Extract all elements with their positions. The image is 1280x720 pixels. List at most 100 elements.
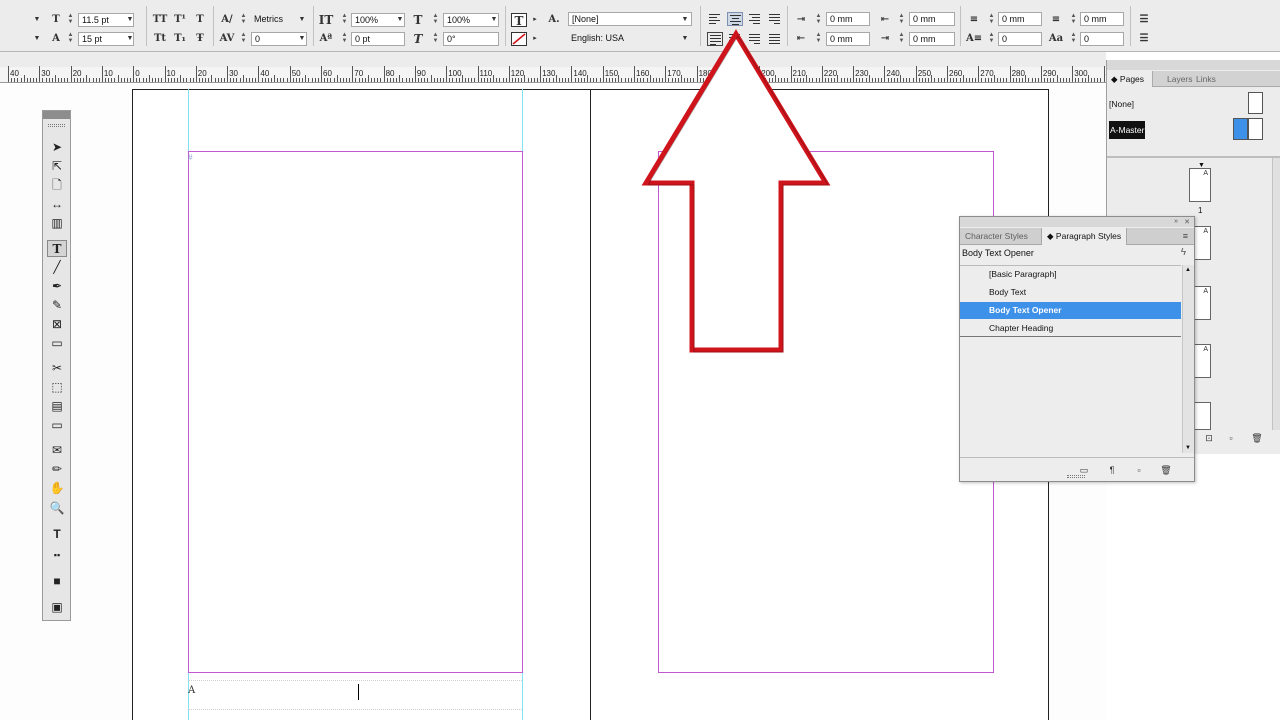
list-item-selected[interactable]: Body Text Opener: [960, 302, 1181, 319]
panel-grip[interactable]: [43, 111, 70, 119]
tab-character-styles[interactable]: Character Styles: [960, 228, 1033, 245]
spinner-arrows-icon[interactable]: ▲ ▼: [988, 13, 995, 26]
dropdown-arrow-icon[interactable]: ▼: [298, 13, 306, 27]
type-tool-icon[interactable]: T: [47, 240, 67, 257]
bulleted-list-icon[interactable]: ☰: [1136, 13, 1152, 27]
line-tool-icon[interactable]: ╱: [47, 259, 67, 276]
panel-header-strip[interactable]: [960, 217, 1194, 227]
pencil-tool-icon[interactable]: ✎: [47, 297, 67, 314]
dropdown-arrow-icon[interactable]: ▼: [681, 32, 689, 46]
spinner-arrows-icon[interactable]: ▲ ▼: [1070, 13, 1077, 26]
space-after-field[interactable]: 0 mm: [1080, 12, 1124, 26]
spinner-arrows-icon[interactable]: ▲ ▼: [898, 13, 905, 26]
spinner-arrows-icon[interactable]: ▲ ▼: [988, 32, 995, 45]
panel-handle[interactable]: [48, 124, 65, 127]
note-tool-icon[interactable]: ✉: [47, 442, 67, 459]
rectangle-tool-icon[interactable]: ▭: [47, 335, 67, 352]
spinner-arrows-icon[interactable]: ▲ ▼: [1070, 32, 1077, 45]
pen-tool-icon[interactable]: ✒: [47, 278, 67, 295]
spinner-arrows-icon[interactable]: ▲ ▼: [240, 32, 247, 45]
delete-style-icon[interactable]: 🗑: [1160, 464, 1172, 476]
scroll-down-icon[interactable]: ▼: [1185, 445, 1191, 451]
page-size-icon[interactable]: ⊡: [1203, 432, 1215, 444]
free-transform-tool-icon[interactable]: ⬚: [47, 379, 67, 396]
spinner-arrows-icon[interactable]: ▲ ▼: [815, 32, 822, 45]
baseline-shift-field[interactable]: 0 pt: [351, 32, 405, 46]
spinner-arrows-icon[interactable]: ▲ ▼: [432, 32, 439, 45]
align-left-button[interactable]: [707, 12, 723, 26]
gradient-feather-tool-icon[interactable]: ▭: [47, 417, 67, 434]
rectangle-frame-tool-icon[interactable]: ⊠: [47, 316, 67, 333]
language-dropdown[interactable]: English: USA: [568, 32, 692, 46]
spinner-arrows-icon[interactable]: ▲ ▼: [341, 32, 348, 45]
align-center-button[interactable]: [727, 12, 743, 26]
arrow-right-icon[interactable]: ▸: [531, 32, 539, 46]
pages-scrollbar[interactable]: [1272, 158, 1280, 430]
page-tool-icon[interactable]: 🗋: [47, 177, 67, 194]
master-item-none[interactable]: [None]: [1109, 95, 1134, 113]
spinner-arrows-icon[interactable]: ▲ ▼: [815, 13, 822, 26]
drop-cap-chars-field[interactable]: 0: [1080, 32, 1124, 46]
strikethrough-icon[interactable]: Ŧ: [192, 32, 208, 46]
stroke-color-icon[interactable]: [511, 32, 527, 46]
selection-tool-icon[interactable]: ➤: [47, 139, 67, 156]
styles-scrollbar[interactable]: ▲ ▼: [1182, 265, 1194, 453]
justify-center-button[interactable]: [727, 32, 743, 46]
align-towards-spine-button[interactable]: [767, 12, 783, 26]
resize-grip[interactable]: [1067, 475, 1085, 478]
eyedropper-tool-icon[interactable]: ✏: [47, 461, 67, 478]
subscript-icon[interactable]: T₁: [172, 32, 188, 46]
tab-links[interactable]: Links: [1192, 71, 1220, 87]
new-page-icon[interactable]: ▫: [1225, 432, 1237, 444]
justify-right-button[interactable]: [747, 32, 763, 46]
dropdown-arrow-icon[interactable]: ▼: [681, 13, 689, 27]
normal-view-icon[interactable]: ■: [47, 573, 67, 590]
master-thumbnail-left[interactable]: [1233, 118, 1248, 140]
panel-header-strip[interactable]: [1107, 60, 1280, 70]
spinner-arrows-icon[interactable]: ▲ ▼: [898, 32, 905, 45]
master-thumbnail-none[interactable]: [1248, 92, 1263, 114]
list-item[interactable]: Chapter Heading: [960, 320, 1181, 337]
pages-divider[interactable]: [1107, 156, 1280, 158]
fill-color-icon[interactable]: T: [511, 13, 527, 28]
align-right-button[interactable]: [747, 12, 763, 26]
spinner-arrows-icon[interactable]: ▲ ▼: [240, 13, 247, 26]
tab-pages[interactable]: ◆ Pages: [1107, 71, 1153, 87]
spinner-arrows-icon[interactable]: ▲ ▼: [67, 32, 74, 45]
scissors-tool-icon[interactable]: ✂: [47, 360, 67, 377]
fill-stroke-icon[interactable]: T: [47, 526, 67, 543]
character-style-dropdown[interactable]: [None]: [568, 12, 692, 26]
all-caps-icon[interactable]: TT: [152, 13, 168, 27]
screen-mode-icon[interactable]: ▣: [47, 599, 67, 616]
hand-tool-icon[interactable]: ✋: [47, 480, 67, 497]
gradient-swatch-tool-icon[interactable]: ▤: [47, 398, 67, 415]
new-style-icon[interactable]: ▫: [1133, 464, 1145, 476]
underline-icon[interactable]: T: [192, 13, 208, 27]
page-thumbnail[interactable]: A: [1189, 168, 1211, 202]
clear-overrides-icon[interactable]: ¶: [1106, 464, 1118, 476]
dropdown-arrow-icon[interactable]: ▼: [490, 13, 498, 27]
scroll-up-icon[interactable]: ▲: [1185, 267, 1191, 273]
panel-menu-icon[interactable]: ≡: [1183, 231, 1188, 241]
numbered-list-icon[interactable]: ☰: [1136, 32, 1152, 46]
tab-paragraph-styles[interactable]: ◆ Paragraph Styles: [1041, 228, 1128, 245]
gap-tool-icon[interactable]: ↔: [47, 196, 67, 213]
right-indent-field[interactable]: 0 mm: [909, 12, 955, 26]
dropdown-arrow-icon[interactable]: ▼: [33, 13, 41, 27]
master-thumbnail-right[interactable]: [1248, 118, 1263, 140]
dropdown-arrow-icon[interactable]: ▼: [33, 32, 41, 46]
drop-cap-lines-field[interactable]: 0: [998, 32, 1042, 46]
left-indent-field[interactable]: 0 mm: [826, 12, 870, 26]
justify-all-button[interactable]: [767, 32, 783, 46]
zoom-tool-icon[interactable]: 🔍: [47, 500, 67, 517]
horizontal-ruler[interactable]: 40 30 20 10 0 10 20 30 40 50 60 70 80 90 100 110 120 130 1…: [0, 66, 1119, 83]
justify-left-button[interactable]: [707, 32, 723, 46]
skew-field[interactable]: 0°: [443, 32, 499, 46]
dropdown-arrow-icon[interactable]: ▼: [298, 32, 306, 46]
dropdown-arrow-icon[interactable]: ▼: [396, 13, 404, 27]
create-style-icon[interactable]: ϟ: [1181, 247, 1186, 258]
spinner-arrows-icon[interactable]: ▲ ▼: [341, 13, 348, 26]
direct-selection-tool-icon[interactable]: ⇱: [47, 158, 67, 175]
arrow-right-icon[interactable]: ▸: [531, 13, 539, 27]
first-line-indent-field[interactable]: 0 mm: [826, 32, 870, 46]
